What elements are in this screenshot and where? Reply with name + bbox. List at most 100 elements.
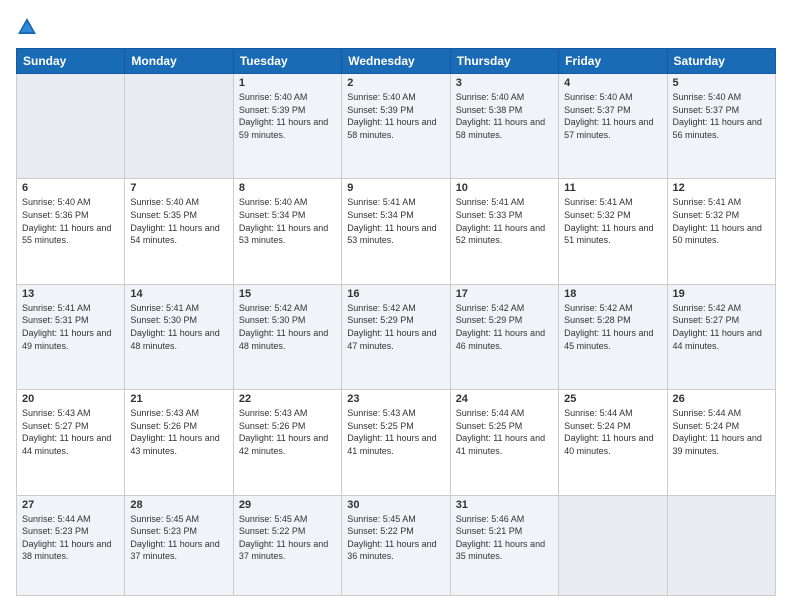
weekday-header-wednesday: Wednesday bbox=[342, 49, 450, 74]
calendar-cell: 25 Sunrise: 5:44 AMSunset: 5:24 PMDayligh… bbox=[559, 390, 667, 495]
day-info: Sunrise: 5:41 AMSunset: 5:32 PMDaylight:… bbox=[673, 196, 770, 246]
day-info: Sunrise: 5:41 AMSunset: 5:34 PMDaylight:… bbox=[347, 196, 444, 246]
day-number: 2 bbox=[347, 77, 444, 89]
calendar-cell: 2Sunrise: 5:40 AMSunset: 5:39 PMDaylight… bbox=[342, 74, 450, 179]
calendar-cell: 12 Sunrise: 5:41 AMSunset: 5:32 PMDayligh… bbox=[667, 179, 775, 284]
day-info: Sunrise: 5:46 AMSunset: 5:21 PMDaylight:… bbox=[456, 513, 553, 563]
day-number: 25 bbox=[564, 393, 661, 405]
calendar-cell: 4 Sunrise: 5:40 AMSunset: 5:37 PMDaylight… bbox=[559, 74, 667, 179]
day-number: 5 bbox=[673, 77, 770, 89]
calendar-cell bbox=[125, 74, 233, 179]
day-number: 18 bbox=[564, 288, 661, 300]
day-number: 13 bbox=[22, 288, 119, 300]
weekday-header-thursday: Thursday bbox=[450, 49, 558, 74]
calendar-cell: 6 Sunrise: 5:40 AMSunset: 5:36 PMDaylight… bbox=[17, 179, 125, 284]
calendar-cell bbox=[667, 495, 775, 595]
day-info: Sunrise: 5:44 AMSunset: 5:24 PMDaylight:… bbox=[673, 407, 770, 457]
calendar-week-row: 13 Sunrise: 5:41 AMSunset: 5:31 PMDayligh… bbox=[17, 284, 776, 389]
day-number: 23 bbox=[347, 393, 444, 405]
day-number: 8 bbox=[239, 182, 336, 194]
logo-icon bbox=[16, 16, 38, 38]
day-number: 17 bbox=[456, 288, 553, 300]
calendar-page: SundayMondayTuesdayWednesdayThursdayFrid… bbox=[0, 0, 792, 612]
day-number: 1 bbox=[239, 77, 336, 89]
calendar-week-row: 20Sunrise: 5:43 AMSunset: 5:27 PMDayligh… bbox=[17, 390, 776, 495]
calendar-cell bbox=[17, 74, 125, 179]
logo bbox=[16, 16, 42, 38]
weekday-header-sunday: Sunday bbox=[17, 49, 125, 74]
day-info: Sunrise: 5:40 AMSunset: 5:37 PMDaylight:… bbox=[564, 91, 661, 141]
day-info: Sunrise: 5:43 AMSunset: 5:26 PMDaylight:… bbox=[239, 407, 336, 457]
day-number: 28 bbox=[130, 499, 227, 511]
weekday-header-saturday: Saturday bbox=[667, 49, 775, 74]
calendar-cell: 26 Sunrise: 5:44 AMSunset: 5:24 PMDayligh… bbox=[667, 390, 775, 495]
calendar-cell: 7 Sunrise: 5:40 AMSunset: 5:35 PMDaylight… bbox=[125, 179, 233, 284]
calendar-cell: 16 Sunrise: 5:42 AMSunset: 5:29 PMDayligh… bbox=[342, 284, 450, 389]
calendar-cell: 31 Sunrise: 5:46 AMSunset: 5:21 PMDayligh… bbox=[450, 495, 558, 595]
calendar-table: SundayMondayTuesdayWednesdayThursdayFrid… bbox=[16, 48, 776, 596]
calendar-cell: 21Sunrise: 5:43 AMSunset: 5:26 PMDayligh… bbox=[125, 390, 233, 495]
calendar-cell: 27 Sunrise: 5:44 AMSunset: 5:23 PMDayligh… bbox=[17, 495, 125, 595]
calendar-cell: 1Sunrise: 5:40 AMSunset: 5:39 PMDaylight… bbox=[233, 74, 341, 179]
day-info: Sunrise: 5:44 AMSunset: 5:23 PMDaylight:… bbox=[22, 513, 119, 563]
day-number: 31 bbox=[456, 499, 553, 511]
day-info: Sunrise: 5:45 AMSunset: 5:22 PMDaylight:… bbox=[347, 513, 444, 563]
calendar-cell: 18 Sunrise: 5:42 AMSunset: 5:28 PMDayligh… bbox=[559, 284, 667, 389]
day-info: Sunrise: 5:40 AMSunset: 5:36 PMDaylight:… bbox=[22, 196, 119, 246]
day-info: Sunrise: 5:40 AMSunset: 5:37 PMDaylight:… bbox=[673, 91, 770, 141]
calendar-cell: 22Sunrise: 5:43 AMSunset: 5:26 PMDayligh… bbox=[233, 390, 341, 495]
day-number: 24 bbox=[456, 393, 553, 405]
weekday-header-monday: Monday bbox=[125, 49, 233, 74]
day-number: 6 bbox=[22, 182, 119, 194]
calendar-cell: 11Sunrise: 5:41 AMSunset: 5:32 PMDayligh… bbox=[559, 179, 667, 284]
calendar-cell: 17 Sunrise: 5:42 AMSunset: 5:29 PMDayligh… bbox=[450, 284, 558, 389]
day-number: 14 bbox=[130, 288, 227, 300]
day-number: 29 bbox=[239, 499, 336, 511]
day-number: 20 bbox=[22, 393, 119, 405]
day-info: Sunrise: 5:41 AMSunset: 5:31 PMDaylight:… bbox=[22, 302, 119, 352]
calendar-cell: 3Sunrise: 5:40 AMSunset: 5:38 PMDaylight… bbox=[450, 74, 558, 179]
day-info: Sunrise: 5:45 AMSunset: 5:23 PMDaylight:… bbox=[130, 513, 227, 563]
day-info: Sunrise: 5:42 AMSunset: 5:28 PMDaylight:… bbox=[564, 302, 661, 352]
day-number: 12 bbox=[673, 182, 770, 194]
calendar-cell: 30 Sunrise: 5:45 AMSunset: 5:22 PMDayligh… bbox=[342, 495, 450, 595]
calendar-cell: 20Sunrise: 5:43 AMSunset: 5:27 PMDayligh… bbox=[17, 390, 125, 495]
calendar-week-row: 1Sunrise: 5:40 AMSunset: 5:39 PMDaylight… bbox=[17, 74, 776, 179]
day-info: Sunrise: 5:42 AMSunset: 5:30 PMDaylight:… bbox=[239, 302, 336, 352]
day-number: 10 bbox=[456, 182, 553, 194]
day-number: 16 bbox=[347, 288, 444, 300]
day-number: 9 bbox=[347, 182, 444, 194]
calendar-cell: 14 Sunrise: 5:41 AMSunset: 5:30 PMDayligh… bbox=[125, 284, 233, 389]
calendar-cell: 8Sunrise: 5:40 AMSunset: 5:34 PMDaylight… bbox=[233, 179, 341, 284]
calendar-week-row: 27 Sunrise: 5:44 AMSunset: 5:23 PMDayligh… bbox=[17, 495, 776, 595]
day-info: Sunrise: 5:40 AMSunset: 5:35 PMDaylight:… bbox=[130, 196, 227, 246]
day-number: 30 bbox=[347, 499, 444, 511]
calendar-cell bbox=[559, 495, 667, 595]
day-info: Sunrise: 5:41 AMSunset: 5:32 PMDaylight:… bbox=[564, 196, 661, 246]
calendar-cell: 10 Sunrise: 5:41 AMSunset: 5:33 PMDayligh… bbox=[450, 179, 558, 284]
day-number: 26 bbox=[673, 393, 770, 405]
day-info: Sunrise: 5:41 AMSunset: 5:30 PMDaylight:… bbox=[130, 302, 227, 352]
day-info: Sunrise: 5:42 AMSunset: 5:29 PMDaylight:… bbox=[347, 302, 444, 352]
day-info: Sunrise: 5:45 AMSunset: 5:22 PMDaylight:… bbox=[239, 513, 336, 563]
weekday-header-tuesday: Tuesday bbox=[233, 49, 341, 74]
calendar-cell: 23Sunrise: 5:43 AMSunset: 5:25 PMDayligh… bbox=[342, 390, 450, 495]
calendar-cell: 28 Sunrise: 5:45 AMSunset: 5:23 PMDayligh… bbox=[125, 495, 233, 595]
day-info: Sunrise: 5:44 AMSunset: 5:25 PMDaylight:… bbox=[456, 407, 553, 457]
day-info: Sunrise: 5:41 AMSunset: 5:33 PMDaylight:… bbox=[456, 196, 553, 246]
weekday-header-friday: Friday bbox=[559, 49, 667, 74]
day-number: 3 bbox=[456, 77, 553, 89]
day-number: 4 bbox=[564, 77, 661, 89]
day-number: 27 bbox=[22, 499, 119, 511]
calendar-cell: 24 Sunrise: 5:44 AMSunset: 5:25 PMDayligh… bbox=[450, 390, 558, 495]
day-number: 19 bbox=[673, 288, 770, 300]
header bbox=[16, 16, 776, 38]
calendar-cell: 13 Sunrise: 5:41 AMSunset: 5:31 PMDayligh… bbox=[17, 284, 125, 389]
day-info: Sunrise: 5:42 AMSunset: 5:27 PMDaylight:… bbox=[673, 302, 770, 352]
weekday-header-row: SundayMondayTuesdayWednesdayThursdayFrid… bbox=[17, 49, 776, 74]
day-info: Sunrise: 5:42 AMSunset: 5:29 PMDaylight:… bbox=[456, 302, 553, 352]
calendar-week-row: 6 Sunrise: 5:40 AMSunset: 5:36 PMDaylight… bbox=[17, 179, 776, 284]
day-number: 7 bbox=[130, 182, 227, 194]
day-info: Sunrise: 5:43 AMSunset: 5:26 PMDaylight:… bbox=[130, 407, 227, 457]
day-info: Sunrise: 5:44 AMSunset: 5:24 PMDaylight:… bbox=[564, 407, 661, 457]
